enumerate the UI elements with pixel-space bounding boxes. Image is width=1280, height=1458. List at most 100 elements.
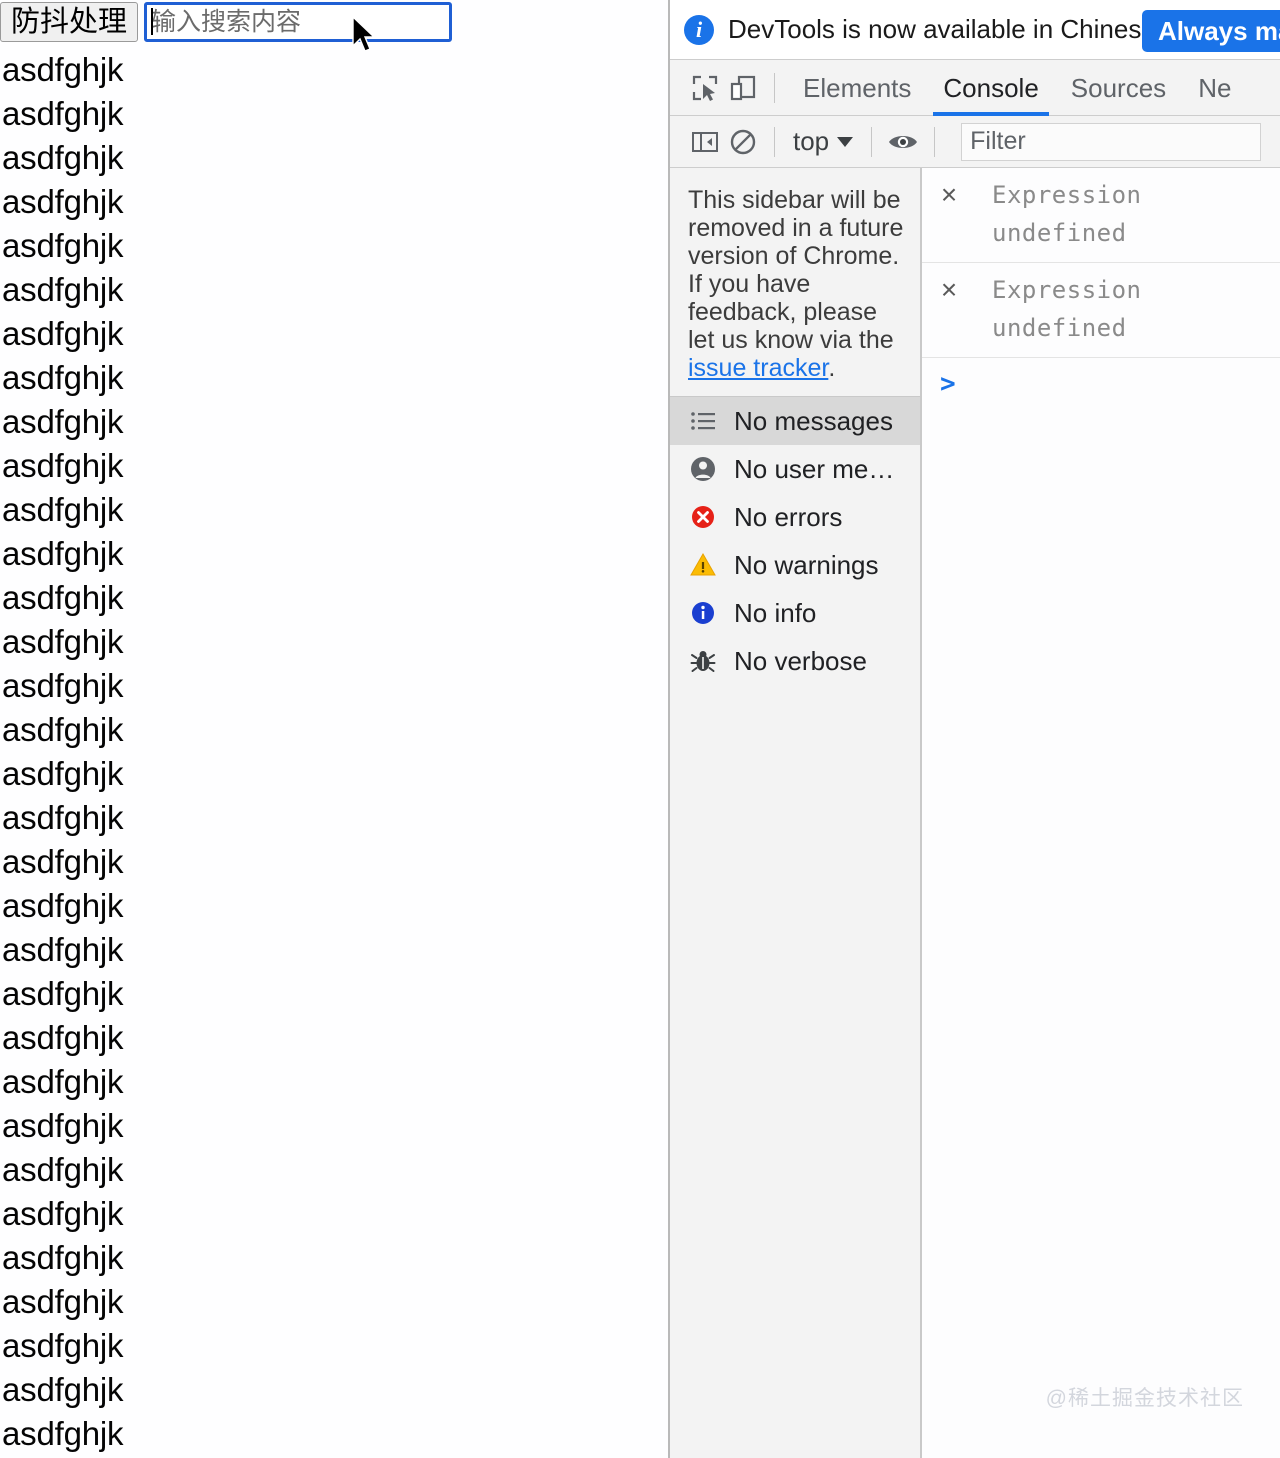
list-item: asdfghjk (2, 1283, 124, 1320)
result-list: asdfghjk asdfghjk asdfghjk asdfghjk asdfghjk… (0, 50, 668, 1458)
device-toolbar-icon[interactable] (724, 69, 762, 107)
watermark: @稀土掘金技术社区 (1045, 1387, 1244, 1410)
search-controls-row: 防抖处理 (0, 2, 453, 52)
list-item: asdfghjk (2, 1415, 124, 1452)
close-icon[interactable]: × (936, 181, 962, 209)
list-item: asdfghjk (2, 579, 124, 616)
warning-icon (688, 550, 718, 580)
console-prompt-line[interactable]: > (922, 358, 1280, 410)
user-icon (688, 454, 718, 484)
list-item: asdfghjk (2, 491, 124, 528)
console-rows: × Expression undefined × Expression undefined (922, 168, 1280, 358)
list-item: asdfghjk (2, 799, 124, 836)
prompt-arrow-icon: > (940, 369, 956, 399)
debounce-button[interactable]: 防抖处理 (0, 2, 139, 42)
console-sidebar: This sidebar will be removed in a future… (670, 168, 922, 1458)
sidebar-entry-list[interactable]: No messages (670, 397, 920, 445)
filter-input[interactable] (961, 122, 1262, 161)
sidebar-entry-label: No info (734, 597, 817, 628)
list-item: asdfghjk (2, 1019, 124, 1056)
list-item: asdfghjk (2, 139, 124, 176)
info-icon: i (684, 14, 714, 45)
sidebar-notice-text-before: This sidebar will be removed in a future… (688, 186, 904, 354)
devtools-tabstrip: Elements Console Sources Ne (670, 60, 1280, 116)
list-item: asdfghjk (2, 183, 124, 220)
list-item: asdfghjk (2, 887, 124, 924)
search-input[interactable] (144, 2, 453, 42)
list-item: asdfghjk (2, 711, 124, 748)
expression-name[interactable]: Expression (992, 176, 1280, 214)
expression-value: undefined (992, 219, 1127, 247)
list-item: asdfghjk (2, 975, 124, 1012)
web-page-area: 防抖处理 asdfghjkasdfghjkasdfghjkasdfghjkasd… (0, 0, 668, 1458)
tab-elements[interactable]: Elements (787, 60, 927, 116)
live-expression-row: × Expression undefined (922, 168, 1280, 263)
sidebar-entry-list: No messages No user me… No errors No warnin… (670, 397, 920, 685)
list-item: asdfghjk (2, 843, 124, 880)
list-item: asdfghjk (2, 1151, 124, 1188)
live-expression-row: × Expression undefined (922, 263, 1280, 358)
console-toolbar: top (670, 116, 1280, 168)
sidebar-entry-label: No messages (734, 405, 893, 436)
infobar-message: DevTools is now available in Chinese! (728, 14, 1164, 44)
expression-value: undefined (992, 314, 1127, 342)
sidebar-entry-label: No errors (734, 501, 843, 532)
sidebar-entry-label: No warnings (734, 549, 879, 580)
sidebar-entry-label: No user me… (734, 453, 895, 484)
list-item: asdfghjk (2, 1371, 124, 1408)
verbose-bug-icon (688, 646, 718, 676)
sidebar-entry-info[interactable]: No info (670, 589, 920, 637)
list-icon (688, 406, 718, 436)
tab-network[interactable]: Ne (1182, 60, 1247, 116)
sidebar-notice-text-after: . (828, 354, 836, 382)
toolbar-divider (774, 72, 775, 103)
sidebar-entry-label: No verbose (734, 645, 867, 676)
inspect-element-icon[interactable] (686, 69, 724, 107)
list-item: asdfghjk (2, 1107, 124, 1144)
issue-tracker-link[interactable]: issue tracker (688, 354, 828, 382)
list-item: asdfghjk (2, 1327, 124, 1364)
list-item: asdfghjk (2, 931, 124, 968)
close-icon[interactable]: × (936, 276, 962, 304)
text-caret (151, 8, 154, 35)
list-item: asdfghjk (2, 359, 124, 396)
list-item: asdfghjk (2, 51, 124, 88)
list-item: asdfghjk (2, 447, 124, 484)
console-toolbar-divider-3 (934, 126, 936, 157)
list-item: asdfghjk (2, 623, 124, 660)
console-body: This sidebar will be removed in a future… (670, 168, 1280, 1458)
list-item: asdfghjk (2, 403, 124, 440)
execution-context-dropdown[interactable]: top (787, 126, 859, 157)
list-item: asdfghjk (2, 535, 124, 572)
list-item: asdfghjk (2, 315, 124, 352)
expression-name[interactable]: Expression (992, 271, 1280, 309)
sidebar-deprecation-notice: This sidebar will be removed in a future… (670, 168, 920, 397)
info-icon (688, 598, 718, 628)
clear-console-icon[interactable] (724, 123, 762, 161)
sidebar-entry-error[interactable]: No errors (670, 493, 920, 541)
sidebar-entry-user[interactable]: No user me… (670, 445, 920, 493)
execution-context-value: top (793, 126, 830, 156)
list-item: asdfghjk (2, 1195, 124, 1232)
eye-icon[interactable] (884, 123, 922, 161)
screenshot-root: 防抖处理 asdfghjkasdfghjkasdfghjkasdfghjkasd… (0, 0, 1280, 1458)
sidebar-toggle-icon[interactable] (686, 123, 724, 161)
always-match-button[interactable]: Always matc (1142, 10, 1280, 52)
tab-sources[interactable]: Sources (1055, 60, 1182, 116)
console-message-area: × Expression undefined × Expression undefined… (922, 168, 1280, 1458)
list-item: asdfghjk (2, 667, 124, 704)
sidebar-entry-verbose-bug[interactable]: No verbose (670, 637, 920, 685)
devtools-language-infobar: i DevTools is now available in Chinese! … (670, 0, 1280, 60)
list-item: asdfghjk (2, 271, 124, 308)
list-item: asdfghjk (2, 227, 124, 264)
sidebar-entry-warning[interactable]: No warnings (670, 541, 920, 589)
list-item: asdfghjk (2, 1239, 124, 1276)
console-toolbar-divider-1 (774, 126, 775, 157)
list-item: asdfghjk (2, 1063, 124, 1100)
list-item: asdfghjk (2, 95, 124, 132)
chevron-down-icon (837, 136, 854, 147)
list-item: asdfghjk (2, 755, 124, 792)
tab-console[interactable]: Console (927, 60, 1054, 116)
search-input-wrapper (144, 2, 453, 52)
error-icon (688, 502, 718, 532)
